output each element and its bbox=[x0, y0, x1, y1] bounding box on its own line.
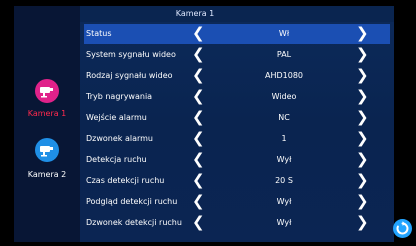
setting-value: Wł bbox=[278, 29, 290, 38]
chevron-right-icon[interactable]: ❯ bbox=[356, 214, 369, 230]
chevron-left-icon[interactable]: ❮ bbox=[192, 88, 205, 104]
setting-label: Dzwonek detekcji ruchu bbox=[86, 218, 182, 227]
setting-label: Dzwonek alarmu bbox=[86, 134, 154, 143]
setting-value: PAL bbox=[276, 50, 292, 59]
chevron-left-icon[interactable]: ❮ bbox=[192, 46, 205, 62]
screen: Kamera 1 Kamera 2 Kamera 1 Status ❮ Wł ❯… bbox=[0, 0, 416, 246]
chevron-right-icon[interactable]: ❯ bbox=[356, 193, 369, 209]
chevron-left-icon[interactable]: ❮ bbox=[192, 67, 205, 83]
setting-label: Status bbox=[86, 29, 112, 38]
setting-row-motion-preview[interactable]: Podgląd detekcji ruchu ❮ Wył ❯ bbox=[84, 192, 390, 212]
chevron-left-icon[interactable]: ❮ bbox=[192, 25, 205, 41]
back-icon bbox=[396, 221, 409, 235]
chevron-right-icon[interactable]: ❯ bbox=[356, 109, 369, 125]
back-button[interactable] bbox=[393, 219, 412, 238]
setting-value: Wył bbox=[276, 197, 292, 206]
chevron-left-icon[interactable]: ❮ bbox=[192, 214, 205, 230]
chevron-right-icon[interactable]: ❯ bbox=[356, 151, 369, 167]
chevron-left-icon[interactable]: ❮ bbox=[192, 151, 205, 167]
chevron-right-icon[interactable]: ❯ bbox=[356, 46, 369, 62]
camera-1-label: Kamera 1 bbox=[27, 109, 67, 118]
chevron-right-icon[interactable]: ❯ bbox=[356, 25, 369, 41]
setting-row-motion-bell[interactable]: Dzwonek detekcji ruchu ❮ Wył ❯ bbox=[84, 213, 390, 233]
setting-label: Tryb nagrywania bbox=[86, 92, 153, 101]
setting-label: System sygnału wideo bbox=[86, 50, 176, 59]
setting-label: Detekcja ruchu bbox=[86, 155, 147, 164]
chevron-right-icon[interactable]: ❯ bbox=[356, 67, 369, 83]
chevron-left-icon[interactable]: ❮ bbox=[192, 172, 205, 188]
chevron-left-icon[interactable]: ❮ bbox=[192, 130, 205, 146]
setting-value: Wył bbox=[276, 155, 292, 164]
camera-icon bbox=[35, 138, 59, 162]
setting-row-alarm-bell[interactable]: Dzwonek alarmu ❮ 1 ❯ bbox=[84, 129, 390, 149]
setting-row-motion-time[interactable]: Czas detekcji ruchu ❮ 20 S ❯ bbox=[84, 171, 390, 191]
title-bar: Kamera 1 bbox=[80, 6, 394, 22]
setting-row-recording-mode[interactable]: Tryb nagrywania ❮ Wideo ❯ bbox=[84, 87, 390, 107]
setting-label: Podgląd detekcji ruchu bbox=[86, 197, 178, 206]
setting-row-video-type[interactable]: Rodzaj sygnału wideo ❮ AHD1080 ❯ bbox=[84, 66, 390, 86]
setting-label: Rodzaj sygnału wideo bbox=[86, 71, 173, 80]
setting-value: 1 bbox=[281, 134, 287, 143]
chevron-right-icon[interactable]: ❯ bbox=[356, 130, 369, 146]
setting-label: Wejście alarmu bbox=[86, 113, 147, 122]
setting-value: Wył bbox=[276, 218, 292, 227]
chevron-right-icon[interactable]: ❯ bbox=[356, 88, 369, 104]
page-title: Kamera 1 bbox=[175, 9, 215, 18]
setting-row-motion-detection[interactable]: Detekcja ruchu ❮ Wył ❯ bbox=[84, 150, 390, 170]
camera-sidebar: Kamera 1 Kamera 2 bbox=[14, 6, 80, 242]
camera-2-label: Kamera 2 bbox=[27, 170, 67, 179]
setting-row-video-system[interactable]: System sygnału wideo ❮ PAL ❯ bbox=[84, 45, 390, 65]
chevron-left-icon[interactable]: ❮ bbox=[192, 193, 205, 209]
camera-icon bbox=[35, 79, 59, 103]
setting-value: 20 S bbox=[275, 176, 293, 185]
setting-label: Czas detekcji ruchu bbox=[86, 176, 165, 185]
setting-row-status[interactable]: Status ❮ Wł ❯ bbox=[84, 24, 390, 44]
chevron-right-icon[interactable]: ❯ bbox=[356, 172, 369, 188]
setting-row-alarm-input[interactable]: Wejście alarmu ❮ NC ❯ bbox=[84, 108, 390, 128]
setting-value: AHD1080 bbox=[264, 71, 303, 80]
chevron-left-icon[interactable]: ❮ bbox=[192, 109, 205, 125]
setting-value: NC bbox=[278, 113, 290, 122]
setting-value: Wideo bbox=[271, 92, 297, 101]
